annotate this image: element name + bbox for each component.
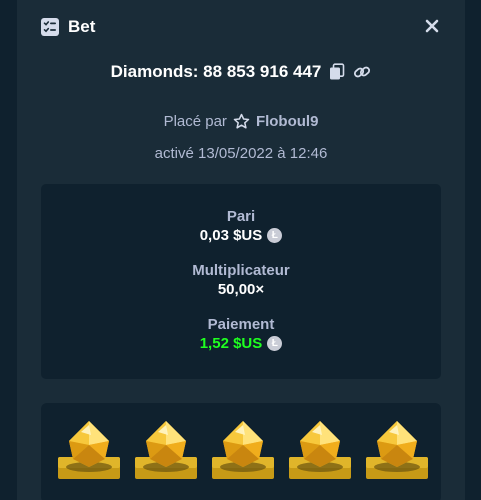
star-icon xyxy=(233,113,250,130)
gem-tile xyxy=(288,417,352,485)
gem-tile xyxy=(211,417,275,485)
game-id-label: Diamonds: 88 853 916 447 xyxy=(110,62,322,81)
link-icon[interactable] xyxy=(353,63,371,81)
gem-tile xyxy=(57,417,121,485)
multiplier-value-row: 50,00× xyxy=(41,281,441,298)
bet-modal: Bet Diamonds: 88 853 916 447 Placé par F… xyxy=(17,0,465,500)
copy-icon[interactable] xyxy=(328,63,346,81)
placed-by-line: Placé par Floboul9 xyxy=(17,113,465,130)
close-button[interactable] xyxy=(423,17,441,35)
gem-tile xyxy=(365,417,429,485)
bet-slip-icon xyxy=(40,17,60,37)
payout-label: Paiement xyxy=(207,316,275,333)
gem-tile xyxy=(134,417,198,485)
litecoin-icon: Ł xyxy=(267,228,283,243)
bet-amount-value-row: 0,03 $US Ł xyxy=(41,227,441,244)
bet-date: activé 13/05/2022 à 12:46 xyxy=(154,145,328,162)
placed-by-label: Placé par xyxy=(163,113,227,130)
close-icon xyxy=(425,19,439,33)
payout-value: 1,52 $US xyxy=(199,335,263,352)
multiplier-label: Multiplicateur xyxy=(192,262,290,279)
payout-value-row: 1,52 $US Ł xyxy=(41,335,441,352)
game-id-line: Diamonds: 88 853 916 447 xyxy=(17,62,465,82)
bet-amount-stat: Pari 0,03 $US Ł xyxy=(41,208,441,244)
modal-header: Bet xyxy=(40,16,95,38)
multiplier-value: 50,00× xyxy=(217,281,265,298)
background-right xyxy=(465,0,481,500)
modal-title: Bet xyxy=(68,17,96,36)
bet-stats-panel: Pari 0,03 $US Ł Multiplicateur 50,00× Pa… xyxy=(41,184,441,379)
multiplier-stat: Multiplicateur 50,00× xyxy=(41,262,441,298)
background-left xyxy=(0,0,17,500)
username-link[interactable]: Floboul9 xyxy=(256,113,319,130)
litecoin-icon: Ł xyxy=(267,336,283,351)
diamonds-board xyxy=(41,403,441,500)
bet-amount-value: 0,03 $US xyxy=(199,227,263,244)
bet-amount-label: Pari xyxy=(226,208,256,225)
payout-stat: Paiement 1,52 $US Ł xyxy=(41,316,441,352)
